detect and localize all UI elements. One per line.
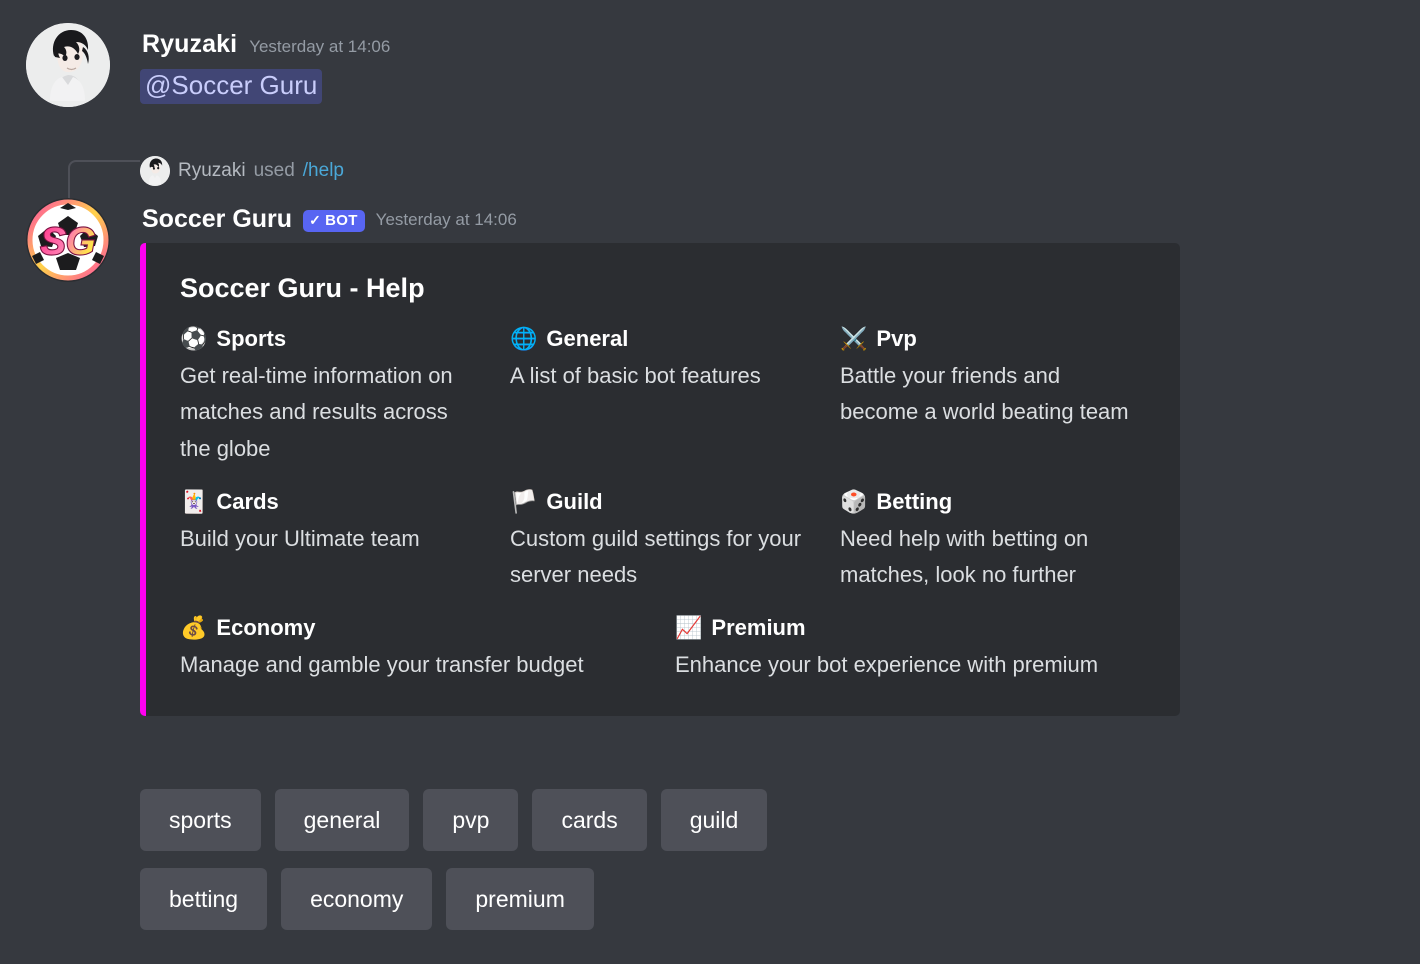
embed-field-label: Premium xyxy=(711,615,806,641)
bot-message-header: Soccer Guru ✓ BOT Yesterday at 14:06 xyxy=(142,205,517,234)
embed-field-premium: 📈 Premium Enhance your bot experience wi… xyxy=(675,615,1170,683)
embed-field-label: Betting xyxy=(876,488,953,514)
embed-field-name: 🃏 Cards xyxy=(180,489,484,515)
bot-username[interactable]: Soccer Guru xyxy=(142,205,292,234)
embed-field-name: ⚔️ Pvp xyxy=(840,326,1144,352)
embed-field-name: 💰 Economy xyxy=(180,615,649,641)
game-die-icon: 🎲 xyxy=(840,488,868,514)
embed-field-label: Economy xyxy=(216,615,316,641)
embed-field-name: 🌐 General xyxy=(510,326,814,352)
button-guild[interactable]: guild xyxy=(660,789,768,851)
user-message-header: Ryuzaki Yesterday at 14:06 xyxy=(142,30,390,59)
embed-field-label: Cards xyxy=(216,488,279,514)
embed-fields-row-3: 💰 Economy Manage and gamble your transfe… xyxy=(180,615,1180,683)
globe-icon: 🌐 xyxy=(510,326,538,351)
component-action-rows: sports general pvp cards guild betting e… xyxy=(140,789,768,947)
help-embed: Soccer Guru - Help ⚽ Sports Get real-tim… xyxy=(140,243,1180,716)
button-betting[interactable]: betting xyxy=(140,868,268,930)
verified-check-icon: ✓ xyxy=(309,211,322,228)
money-bag-icon: 💰 xyxy=(180,615,208,641)
embed-field-value: Battle your friends and become a world b… xyxy=(840,363,1129,425)
embed-field-value: Build your Ultimate team xyxy=(180,525,420,551)
chart-increasing-icon: 📈 xyxy=(675,615,703,641)
slash-command-used-label: used xyxy=(253,160,295,181)
slash-command-header: Ryuzaki used /help xyxy=(140,156,344,186)
ryuzaki-avatar-small[interactable] xyxy=(140,156,170,186)
slash-command-author: Ryuzaki xyxy=(178,160,246,181)
embed-field-value: A list of basic bot features xyxy=(510,363,761,388)
soccer-guru-avatar[interactable]: SG xyxy=(26,198,110,282)
bot-badge-label: BOT xyxy=(325,211,358,229)
embed-field-label: Sports xyxy=(216,326,287,351)
embed-field-value: Enhance your bot experience with premium xyxy=(675,652,1099,678)
bot-badge: ✓ BOT xyxy=(303,209,365,232)
playing-card-icon: 🃏 xyxy=(180,488,208,514)
embed-field-label: Pvp xyxy=(876,326,917,351)
embed-field-label: Guild xyxy=(546,488,603,514)
action-row-1: sports general pvp cards guild xyxy=(140,789,768,851)
embed-field-value: Need help with betting on matches, look … xyxy=(840,525,1089,588)
white-flag-icon: 🏳️ xyxy=(510,488,538,514)
embed-field-guild: 🏳️ Guild Custom guild settings for your … xyxy=(510,489,840,594)
embed-field-value: Manage and gamble your transfer budget xyxy=(180,652,584,678)
crossed-swords-icon: ⚔️ xyxy=(840,326,868,351)
embed-field-cards: 🃏 Cards Build your Ultimate team xyxy=(180,489,510,594)
button-general[interactable]: general xyxy=(274,789,410,851)
embed-field-general: 🌐 General A list of basic bot features xyxy=(510,326,840,467)
username[interactable]: Ryuzaki xyxy=(142,30,237,59)
embed-field-name: 📈 Premium xyxy=(675,615,1144,641)
soccer-ball-icon: ⚽ xyxy=(180,326,208,351)
embed-field-name: ⚽ Sports xyxy=(180,326,484,352)
embed-field-value: Custom guild settings for your server ne… xyxy=(510,525,802,588)
ryuzaki-avatar[interactable] xyxy=(26,23,110,107)
embed-field-name: 🏳️ Guild xyxy=(510,489,814,515)
embed-field-value: Get real-time information on matches and… xyxy=(180,363,453,461)
embed-field-economy: 💰 Economy Manage and gamble your transfe… xyxy=(180,615,675,683)
button-cards[interactable]: cards xyxy=(532,789,647,851)
action-row-2: betting economy premium xyxy=(140,868,767,930)
embed-field-label: General xyxy=(546,326,629,351)
embed-field-pvp: ⚔️ Pvp Battle your friends and become a … xyxy=(840,326,1170,467)
mention-pill[interactable]: @Soccer Guru xyxy=(140,69,323,105)
button-sports[interactable]: sports xyxy=(140,789,261,851)
message-timestamp: Yesterday at 14:06 xyxy=(249,37,391,56)
bot-message-timestamp: Yesterday at 14:06 xyxy=(375,209,517,229)
embed-fields-row-1: ⚽ Sports Get real-time information on ma… xyxy=(180,326,1180,593)
embed-field-betting: 🎲 Betting Need help with betting on matc… xyxy=(840,489,1170,594)
svg-text:SG: SG xyxy=(41,221,96,263)
embed-field-sports: ⚽ Sports Get real-time information on ma… xyxy=(180,326,510,467)
embed-title: Soccer Guru - Help xyxy=(180,273,425,303)
slash-command-name[interactable]: /help xyxy=(303,160,344,182)
button-premium[interactable]: premium xyxy=(446,868,594,930)
embed-field-name: 🎲 Betting xyxy=(840,489,1144,515)
button-economy[interactable]: economy xyxy=(281,868,433,930)
button-pvp[interactable]: pvp xyxy=(423,789,519,851)
user-message-content: @Soccer Guru xyxy=(140,69,323,105)
